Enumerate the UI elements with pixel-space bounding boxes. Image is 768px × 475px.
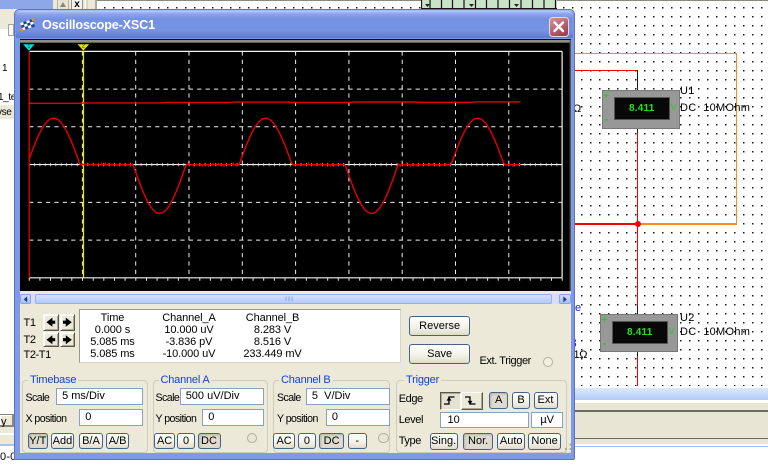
- svg-text:2: 2: [82, 43, 85, 49]
- svg-text:1: 1: [27, 43, 30, 49]
